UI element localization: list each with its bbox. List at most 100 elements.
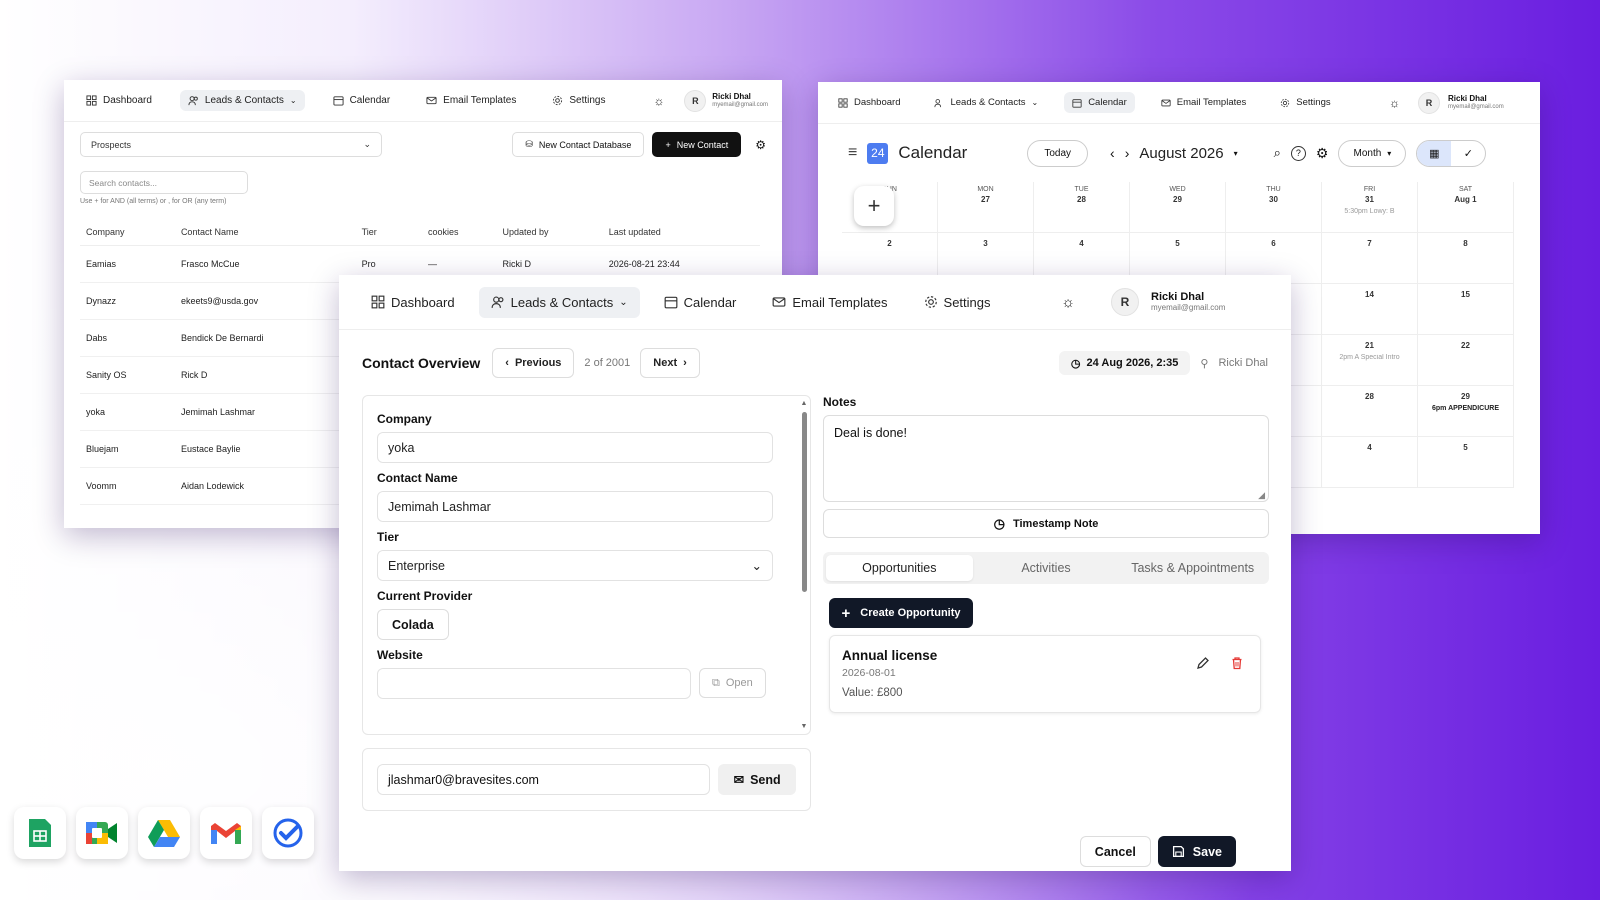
table-cell-company: Eamias xyxy=(80,245,175,283)
nav-leads[interactable]: Leads & Contacts ⌄ xyxy=(926,92,1046,113)
calendar-day-cell[interactable]: 14 xyxy=(1322,284,1418,335)
calendar-day-cell[interactable]: FRI 31 5:30pm Lowy: B xyxy=(1322,182,1418,233)
view-select-value: Month xyxy=(1353,147,1382,159)
calendar-day-cell[interactable]: 21 2pm A Special Intro xyxy=(1322,335,1418,386)
nav-email-templates[interactable]: Email Templates xyxy=(760,287,899,318)
column-header[interactable]: Tier xyxy=(355,219,422,246)
view-select[interactable]: Month ▾ xyxy=(1338,139,1407,167)
sun-icon[interactable]: ☼ xyxy=(653,94,664,108)
table-header-row: Company Contact Name Tier cookies Update… xyxy=(80,219,760,246)
caret-down-icon[interactable]: ▾ xyxy=(1234,149,1238,158)
calendar-event[interactable]: 5:30pm Lowy: B xyxy=(1322,208,1417,215)
avatar[interactable]: R xyxy=(1111,288,1139,316)
nav-calendar[interactable]: Calendar xyxy=(652,287,749,318)
nav-calendar[interactable]: Calendar xyxy=(325,90,399,111)
column-header[interactable]: Company xyxy=(80,219,175,246)
calendar-view-icon[interactable]: ▦ xyxy=(1417,140,1452,166)
scroll-up-icon[interactable]: ▲ xyxy=(800,400,808,407)
scrollbar-thumb[interactable] xyxy=(802,412,807,592)
chevron-left-icon[interactable]: ‹ xyxy=(1110,145,1115,161)
menu-icon[interactable]: ≡ xyxy=(848,144,857,162)
resize-handle-icon[interactable]: ◢ xyxy=(1258,490,1265,501)
calendar-day-cell[interactable]: 7 xyxy=(1322,233,1418,284)
nav-dashboard[interactable]: Dashboard xyxy=(78,90,160,111)
new-contact-button[interactable]: + New Contact xyxy=(652,132,742,157)
column-header[interactable]: cookies xyxy=(422,219,497,246)
create-opportunity-button[interactable]: + Create Opportunity xyxy=(829,598,973,628)
timestamp-note-button[interactable]: ◷ Timestamp Note xyxy=(823,509,1269,538)
sheets-icon[interactable] xyxy=(14,807,66,859)
calendar-day-cell[interactable]: MON 27 xyxy=(938,182,1034,233)
new-contact-database-button[interactable]: ⛁ New Contact Database xyxy=(512,132,645,157)
avatar[interactable]: R xyxy=(684,89,707,112)
calendar-day-cell[interactable]: 28 xyxy=(1322,386,1418,437)
nav-dashboard[interactable]: Dashboard xyxy=(359,287,467,318)
calendar-day-cell[interactable]: 5 xyxy=(1418,437,1514,488)
month-label[interactable]: August 2026 xyxy=(1139,145,1223,162)
tasks-icon[interactable] xyxy=(262,807,314,859)
previous-button[interactable]: ‹ Previous xyxy=(492,348,575,378)
calendar-day-cell[interactable]: SAT Aug 1 xyxy=(1418,182,1514,233)
contact-name-field[interactable]: Jemimah Lashmar xyxy=(377,491,773,522)
calendar-day-cell[interactable]: 29 6pm APPENDICURE xyxy=(1418,386,1514,437)
pencil-icon[interactable] xyxy=(1196,656,1210,670)
calendar-day-cell[interactable]: WED 29 xyxy=(1130,182,1226,233)
provider-chip[interactable]: Colada xyxy=(377,609,449,640)
calendar-day-cell[interactable]: THU 30 xyxy=(1226,182,1322,233)
nav-email-templates[interactable]: Email Templates xyxy=(418,90,524,111)
column-header[interactable]: Contact Name xyxy=(174,219,356,246)
nav-email-templates[interactable]: Email Templates xyxy=(1153,92,1255,113)
tasks-view-icon[interactable]: ✓ xyxy=(1451,141,1485,166)
avatar[interactable]: R xyxy=(1418,91,1440,114)
nav-dashboard[interactable]: Dashboard xyxy=(830,92,908,113)
help-icon[interactable]: ? xyxy=(1290,145,1306,161)
email-field[interactable]: jlashmar0@bravesites.com xyxy=(377,764,711,795)
notes-textarea[interactable]: Deal is done! ◢ xyxy=(823,415,1269,502)
chevron-right-icon[interactable]: › xyxy=(1125,145,1130,161)
open-website-button[interactable]: ⧉ Open xyxy=(699,668,766,698)
opportunity-card[interactable]: Annual license 2026-08-01 Value: £800 xyxy=(829,635,1261,713)
calendar-day-cell[interactable]: TUE 28 xyxy=(1034,182,1130,233)
website-field[interactable] xyxy=(377,668,691,699)
nav-calendar-label: Calendar xyxy=(349,95,391,106)
gmail-icon[interactable] xyxy=(200,807,252,859)
gear-icon[interactable]: ⚙ xyxy=(755,138,766,152)
next-button[interactable]: Next › xyxy=(640,348,700,378)
nav-leads[interactable]: Leads & Contacts ⌄ xyxy=(478,286,640,318)
column-header[interactable]: Last updated xyxy=(602,219,760,246)
calendar-day-cell[interactable]: 22 xyxy=(1418,335,1514,386)
send-button[interactable]: ✉ Send xyxy=(718,764,796,795)
tab-activities[interactable]: Activities xyxy=(973,555,1120,581)
drive-icon[interactable] xyxy=(138,807,190,859)
tier-select[interactable]: Enterprise ⌄ xyxy=(377,550,773,581)
nav-settings[interactable]: Settings xyxy=(912,287,1003,318)
trash-icon[interactable] xyxy=(1230,656,1244,670)
calendar-event[interactable]: 6pm APPENDICURE xyxy=(1418,405,1513,412)
column-header[interactable]: Updated by xyxy=(496,219,603,246)
gear-icon[interactable]: ⚙ xyxy=(1316,145,1329,162)
nav-settings[interactable]: Settings xyxy=(544,90,613,111)
scroll-down-icon[interactable]: ▼ xyxy=(800,723,808,730)
search-icon[interactable]: ⌕ xyxy=(1274,145,1281,161)
tab-tasks-appointments[interactable]: Tasks & Appointments xyxy=(1119,555,1266,581)
calendar-event[interactable]: 2pm A Special Intro xyxy=(1322,354,1417,361)
search-input[interactable]: Search contacts... xyxy=(80,171,248,194)
calendar-day-cell[interactable]: 4 xyxy=(1322,437,1418,488)
nav-leads[interactable]: Leads & Contacts ⌄ xyxy=(179,90,305,111)
sun-icon[interactable]: ☼ xyxy=(1061,294,1075,311)
company-field[interactable]: yoka xyxy=(377,432,773,463)
tab-opportunities[interactable]: Opportunities xyxy=(826,555,973,581)
meet-icon[interactable] xyxy=(76,807,128,859)
nav-settings[interactable]: Settings xyxy=(1272,92,1338,113)
calendar-day-cell[interactable]: 15 xyxy=(1418,284,1514,335)
save-button[interactable]: Save xyxy=(1157,836,1236,867)
nav-calendar[interactable]: Calendar xyxy=(1064,92,1135,113)
today-button[interactable]: Today xyxy=(1027,139,1089,167)
cancel-button[interactable]: Cancel xyxy=(1079,836,1151,867)
create-event-button[interactable]: + xyxy=(854,186,894,226)
calendar-day-cell[interactable]: 8 xyxy=(1418,233,1514,284)
database-select[interactable]: Prospects ⌄ xyxy=(80,132,382,157)
sun-icon[interactable]: ☼ xyxy=(1389,96,1400,110)
nav-settings-label: Settings xyxy=(569,95,606,106)
top-nav: Dashboard Leads & Contacts ⌄ Calendar Em… xyxy=(64,80,782,122)
